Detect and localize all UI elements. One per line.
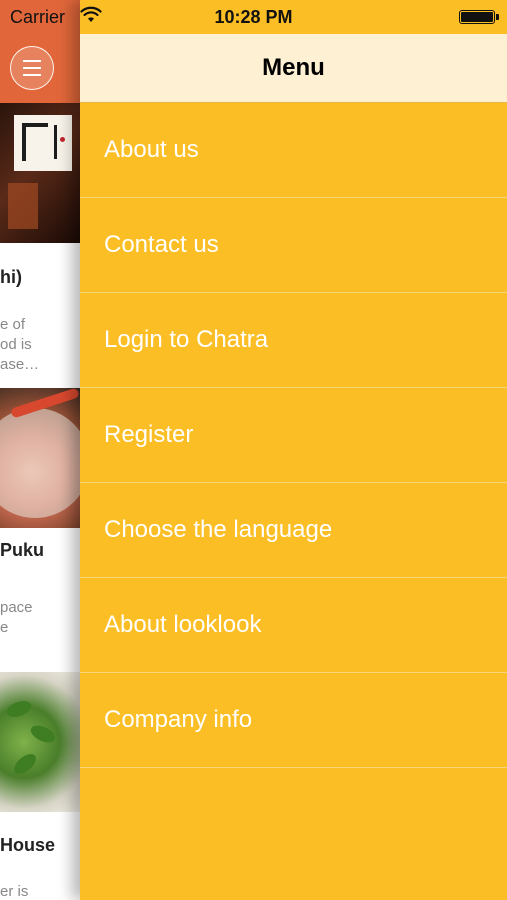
battery-icon [459,10,499,24]
menu-item-about-us[interactable]: About us [80,103,507,198]
card-title: Puku [0,540,45,560]
menu-item-about-looklook[interactable]: About looklook [80,578,507,673]
drawer-title: Menu [262,54,325,81]
menu-item-register[interactable]: Register [80,388,507,483]
card-description: e [0,619,9,636]
clock: 10:28 PM [214,7,293,27]
restaurant-photo [0,103,80,243]
background-screen: hi) e of od is ase… Puku pace e House er… [0,0,80,900]
card-description: e of [0,316,26,333]
status-bar: Carrier 10:28 PM [0,0,507,34]
restaurant-photo [0,672,80,812]
menu-item-login[interactable]: Login to Chatra [80,293,507,388]
card-title: hi) [0,267,22,287]
list-item[interactable]: hi) e of od is ase… [0,103,80,388]
card-description: od is [0,336,32,353]
list-item[interactable]: House er is [0,672,80,900]
card-title: House [0,835,56,855]
hamburger-icon[interactable] [10,46,54,90]
drawer-header: Menu [80,34,507,103]
menu-item-contact-us[interactable]: Contact us [80,198,507,293]
card-description: ase… [0,356,40,373]
menu-item-choose-language[interactable]: Choose the language [80,483,507,578]
list-item[interactable]: Puku pace e [0,388,80,672]
side-menu-drawer: Menu About us Contact us Login to Chatra… [80,0,507,900]
card-description: pace [0,599,33,616]
card-description: er is [0,883,29,900]
menu-item-company-info[interactable]: Company info [80,673,507,768]
menu-list: About us Contact us Login to Chatra Regi… [80,103,507,768]
restaurant-photo [0,388,80,528]
